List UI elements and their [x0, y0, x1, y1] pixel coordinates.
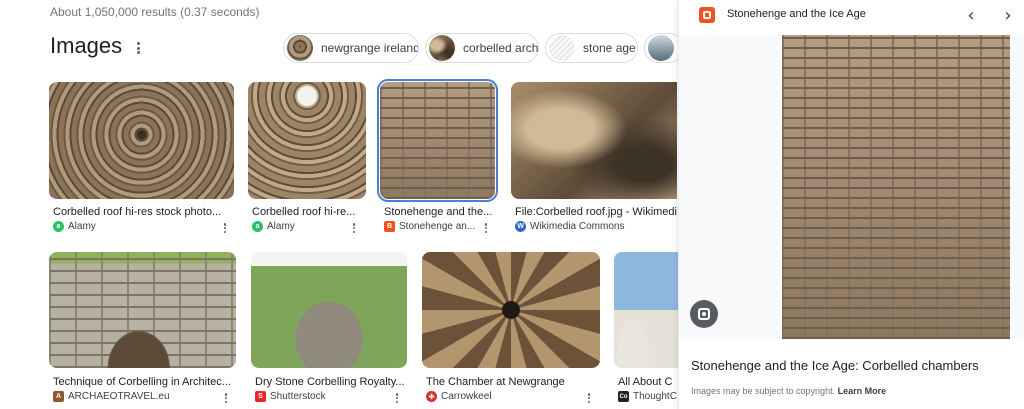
- chip-label: stone age: [583, 41, 636, 55]
- chip-thumbnail: [549, 35, 575, 61]
- image-result[interactable]: The Chamber at Newgrange ✚ Carrowkeel: [422, 252, 602, 408]
- image-result[interactable]: File:Corbelled roof.jpg - Wikimedi W Wik…: [511, 82, 677, 242]
- images-heading: Images: [50, 33, 123, 58]
- result-thumbnail[interactable]: [422, 252, 600, 368]
- more-options-icon[interactable]: [220, 222, 230, 234]
- chip-thumbnail: [648, 35, 674, 61]
- image-result[interactable]: Corbelled roof hi-re... a Alamy: [248, 82, 368, 242]
- chip-thumbnail: [429, 35, 455, 61]
- alamy-favicon-icon: a: [53, 221, 64, 232]
- result-title[interactable]: File:Corbelled roof.jpg - Wikimedi: [515, 206, 677, 218]
- image-result[interactable]: All About C Co ThoughtC: [614, 252, 678, 408]
- source-label: ARCHAEOTRAVEL.eu: [68, 391, 170, 402]
- carrowkeel-favicon-icon: ✚: [426, 391, 437, 402]
- more-options-icon[interactable]: [349, 222, 359, 234]
- result-thumbnail[interactable]: [511, 82, 677, 199]
- chip-label: newgrange ireland: [321, 41, 419, 55]
- result-title[interactable]: Corbelled roof hi-res stock photo...: [53, 206, 231, 218]
- chip-label: corbelled arch: [463, 41, 539, 55]
- chip-newgrange-ireland[interactable]: newgrange ireland: [283, 33, 419, 63]
- image-result[interactable]: Corbelled roof hi-res stock photo... a A…: [49, 82, 235, 242]
- result-thumbnail[interactable]: [251, 252, 407, 368]
- blogger-favicon-icon: B: [384, 221, 395, 232]
- image-result[interactable]: Technique of Corbelling in Architec... A…: [49, 252, 237, 408]
- chip-corbelled-arch[interactable]: corbelled arch: [425, 33, 539, 63]
- thoughtco-favicon-icon: Co: [618, 391, 629, 402]
- source-label: ThoughtC: [633, 391, 677, 402]
- result-title[interactable]: Technique of Corbelling in Architec...: [53, 376, 233, 388]
- source-label: Stonehenge an...: [399, 221, 476, 232]
- copyright-text: Images may be subject to copyright.: [691, 386, 836, 396]
- result-source: a Alamy: [252, 221, 342, 232]
- preview-title[interactable]: Stonehenge and the Ice Age: Corbelled ch…: [691, 358, 979, 373]
- result-title[interactable]: The Chamber at Newgrange: [426, 376, 598, 388]
- result-title[interactable]: All About C: [618, 376, 678, 388]
- image-result[interactable]: Dry Stone Corbelling Royalty... S Shutte…: [251, 252, 409, 408]
- more-options-icon[interactable]: [481, 222, 491, 234]
- chip-stone-age[interactable]: stone age: [545, 33, 638, 63]
- more-options-icon[interactable]: [221, 392, 231, 404]
- lens-search-icon[interactable]: [690, 300, 718, 328]
- copyright-note: Images may be subject to copyright. Lear…: [691, 386, 886, 396]
- image-result-selected[interactable]: Stonehenge and the... B Stonehenge an...: [377, 79, 498, 242]
- result-thumbnail[interactable]: [248, 82, 366, 199]
- alamy-favicon-icon: a: [252, 221, 263, 232]
- result-title[interactable]: Dry Stone Corbelling Royalty...: [255, 376, 407, 388]
- result-source: A ARCHAEOTRAVEL.eu: [53, 391, 203, 402]
- result-source: ✚ Carrowkeel: [426, 391, 566, 402]
- source-label: Wikimedia Commons: [530, 221, 625, 232]
- image-preview-panel: Stonehenge and the Ice Age ‹ › Stoneheng…: [678, 0, 1024, 409]
- source-label: Carrowkeel: [441, 391, 492, 402]
- shutterstock-favicon-icon: S: [255, 391, 266, 402]
- learn-more-link[interactable]: Learn More: [838, 386, 887, 396]
- source-label: Alamy: [68, 221, 96, 232]
- more-options-icon[interactable]: [584, 392, 594, 404]
- result-source: S Shutterstock: [255, 391, 375, 402]
- results-count: About 1,050,000 results (0.37 seconds): [50, 5, 260, 19]
- chip-thumbnail: [287, 35, 313, 61]
- preview-image[interactable]: [782, 35, 1010, 339]
- wikimedia-favicon-icon: W: [515, 221, 526, 232]
- more-options-icon[interactable]: [133, 40, 143, 56]
- chevron-right-icon[interactable]: ›: [997, 4, 1019, 26]
- blogger-favicon-icon: [699, 7, 715, 23]
- result-thumbnail[interactable]: [49, 82, 234, 199]
- source-label: Alamy: [267, 221, 295, 232]
- archaeotravel-favicon-icon: A: [53, 391, 64, 402]
- result-source: a Alamy: [53, 221, 203, 232]
- result-thumbnail[interactable]: [49, 252, 236, 368]
- result-title[interactable]: Stonehenge and the...: [384, 206, 496, 218]
- source-label: Shutterstock: [270, 391, 326, 402]
- result-thumbnail[interactable]: [614, 252, 678, 368]
- chevron-left-icon[interactable]: ‹: [960, 4, 982, 26]
- result-source: B Stonehenge an...: [384, 221, 478, 232]
- result-source: W Wikimedia Commons: [515, 221, 665, 232]
- result-source: Co ThoughtC: [618, 391, 678, 402]
- more-options-icon[interactable]: [392, 392, 402, 404]
- result-title[interactable]: Corbelled roof hi-re...: [252, 206, 364, 218]
- result-thumbnail[interactable]: [377, 79, 498, 202]
- preview-site-name[interactable]: Stonehenge and the Ice Age: [727, 8, 866, 20]
